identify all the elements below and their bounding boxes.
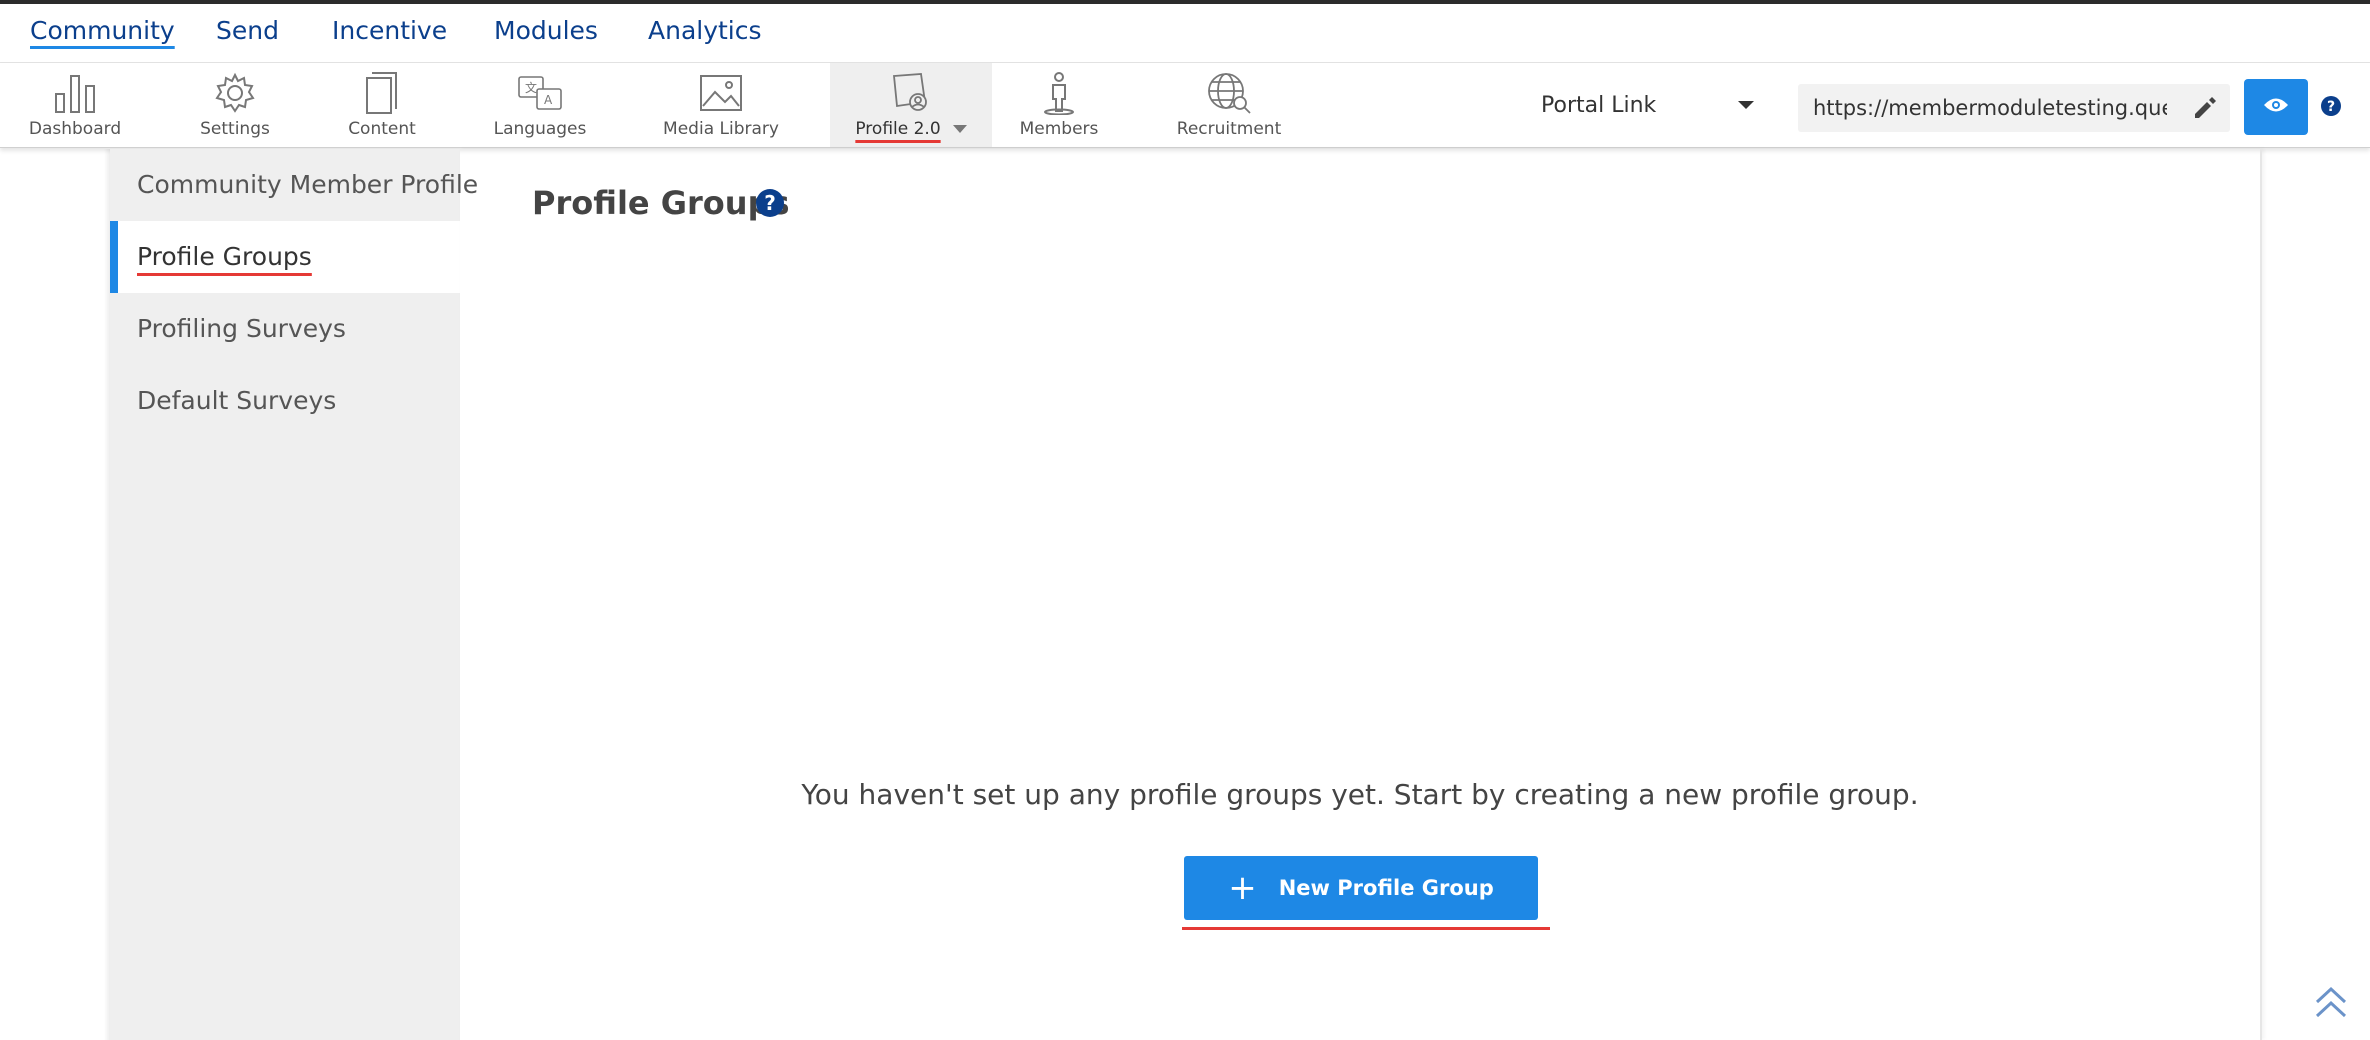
sidebar-item-profile-groups[interactable]: Profile Groups: [110, 221, 460, 293]
toolbar-label: Profile 2.0: [855, 119, 967, 139]
toolbar-item-members[interactable]: Members: [1006, 63, 1112, 147]
plus-icon: +: [1228, 868, 1257, 908]
toolbar-label-text: Profile 2.0: [855, 119, 941, 139]
toolbar-label: Languages: [493, 119, 587, 139]
toolbar-label: Members: [1019, 119, 1099, 139]
portal-url-field: [1798, 84, 2230, 132]
pencil-icon[interactable]: [2192, 95, 2218, 125]
module-toolbar: Dashboard Settings Content 文 A Languages…: [0, 63, 2370, 148]
globe-search-icon: [1206, 69, 1252, 117]
person-icon: [1041, 69, 1077, 117]
toolbar-item-settings[interactable]: Settings: [180, 63, 290, 147]
toolbar-item-content[interactable]: Content: [332, 63, 432, 147]
toolbar-label: Media Library: [663, 119, 779, 139]
toolbar-label: Settings: [200, 119, 270, 139]
preview-button[interactable]: [2244, 79, 2308, 135]
main-nav: Community Send Incentive Modules Analyti…: [0, 4, 2370, 63]
image-icon: [699, 69, 743, 117]
svg-text:A: A: [544, 93, 553, 107]
sidebar-item-default-surveys[interactable]: Default Surveys: [110, 365, 460, 437]
sidebar-item-label: Community Member Profile: [137, 170, 479, 199]
sidebar-item-label: Default Surveys: [137, 386, 337, 415]
profile-sidebar: Community Member Profile Profile Groups …: [110, 149, 478, 1040]
new-profile-group-label: New Profile Group: [1278, 876, 1494, 900]
gear-icon: [214, 69, 256, 117]
highlight-underline: [1182, 927, 1550, 930]
empty-state-message: You haven't set up any profile groups ye…: [801, 778, 1919, 811]
new-profile-group-button[interactable]: + New Profile Group: [1184, 856, 1538, 920]
sidebar-item-label: Profile Groups: [137, 242, 312, 271]
toolbar-item-recruitment[interactable]: Recruitment: [1162, 63, 1296, 147]
sidebar-item-profiling-surveys[interactable]: Profiling Surveys: [110, 293, 460, 365]
svg-text:?: ?: [2327, 99, 2335, 115]
svg-text:?: ?: [764, 191, 776, 215]
profile-card-icon: [891, 69, 931, 117]
toolbar-item-dashboard[interactable]: Dashboard: [20, 63, 130, 147]
toolbar-item-media-library[interactable]: Media Library: [654, 63, 788, 147]
svg-text:文: 文: [525, 80, 537, 95]
help-icon[interactable]: ?: [755, 188, 785, 222]
translate-icon: 文 A: [517, 69, 563, 117]
toolbar-item-languages[interactable]: 文 A Languages: [482, 63, 598, 147]
toolbar-label: Content: [348, 119, 416, 139]
bar-chart-icon: [52, 69, 98, 117]
nav-analytics[interactable]: Analytics: [648, 16, 762, 45]
toolbar-label: Dashboard: [28, 119, 122, 139]
sidebar-item-label: Profiling Surveys: [137, 314, 346, 343]
nav-incentive[interactable]: Incentive: [332, 16, 447, 45]
nav-modules[interactable]: Modules: [494, 16, 598, 45]
eye-icon: [2263, 96, 2289, 118]
portal-link-select[interactable]: Portal Link: [1524, 83, 1764, 127]
caret-down-icon: [952, 125, 967, 133]
scroll-to-top-icon[interactable]: [2314, 984, 2348, 1024]
toolbar-item-profile-2[interactable]: Profile 2.0: [830, 63, 992, 147]
nav-community[interactable]: Community: [30, 16, 175, 45]
document-icon: [362, 69, 402, 117]
sidebar-item-community-member-profile[interactable]: Community Member Profile: [110, 149, 478, 221]
portal-link-value: Portal Link: [1541, 92, 1657, 118]
nav-send[interactable]: Send: [216, 16, 279, 45]
chevron-down-icon: [1738, 101, 1754, 109]
portal-url-input[interactable]: [1798, 95, 2169, 121]
page-title: Profile Groups: [532, 184, 790, 222]
help-icon[interactable]: ?: [2320, 95, 2342, 121]
toolbar-label: Recruitment: [1176, 119, 1282, 139]
